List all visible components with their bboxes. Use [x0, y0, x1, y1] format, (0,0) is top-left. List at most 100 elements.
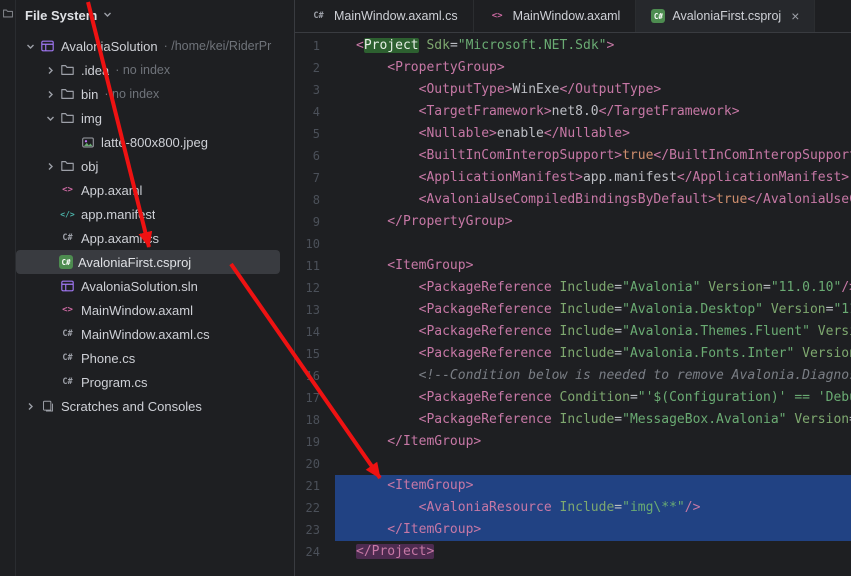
line-number: 15: [295, 343, 335, 365]
code-text: <ItemGroup>: [335, 475, 851, 497]
chevron-right-icon[interactable]: [42, 65, 59, 76]
chevron-right-icon[interactable]: [42, 161, 59, 172]
code-line-3[interactable]: 3 <OutputType>WinExe</OutputType>: [295, 79, 851, 101]
editor-tabs: C#MainWindow.axaml.cs<>MainWindow.axamlC…: [295, 0, 851, 33]
tree-item-latte-800x800-jpeg[interactable]: latte-800x800.jpeg: [16, 130, 280, 154]
code-text: <PackageReference Include="Avalonia.Them…: [335, 321, 851, 343]
tree-item-label: obj: [81, 159, 98, 174]
code-line-17[interactable]: 17 <PackageReference Condition="'$(Confi…: [295, 387, 851, 409]
chevron-right-icon[interactable]: [22, 401, 39, 412]
folder-file-icon: [59, 86, 76, 102]
code-line-6[interactable]: 6 <BuiltInComInteropSupport>true</BuiltI…: [295, 145, 851, 167]
code-line-13[interactable]: 13 <PackageReference Include="Avalonia.D…: [295, 299, 851, 321]
code-line-11[interactable]: 11 <ItemGroup>: [295, 255, 851, 277]
code-text: <PackageReference Condition="'$(Configur…: [335, 387, 851, 409]
code-line-9[interactable]: 9 </PropertyGroup>: [295, 211, 851, 233]
code-text: <AvaloniaResource Include="img\**"/>: [335, 497, 851, 519]
tree-item-label: Scratches and Consoles: [61, 399, 202, 414]
code-text: <TargetFramework>net8.0</TargetFramework…: [335, 101, 851, 123]
tree-item-suffix: · no index: [104, 87, 159, 101]
code-text: <PackageReference Include="Avalonia" Ver…: [335, 277, 851, 299]
tree-item-suffix: · /home/kei/RiderPr: [164, 39, 272, 53]
editor-area: C#MainWindow.axaml.cs<>MainWindow.axamlC…: [295, 0, 851, 576]
code-line-2[interactable]: 2 <PropertyGroup>: [295, 57, 851, 79]
chevron-down-icon[interactable]: [102, 8, 113, 23]
code-text: <ApplicationManifest>app.manifest</Appli…: [335, 167, 851, 189]
file-tree: AvaloniaSolution· /home/kei/RiderPr.idea…: [16, 30, 294, 576]
manifest-file-icon: </>: [59, 206, 76, 222]
code-line-8[interactable]: 8 <AvaloniaUseCompiledBindingsByDefault>…: [295, 189, 851, 211]
tree-item-avaloniafirst-csproj[interactable]: C# AvaloniaFirst.csproj: [16, 250, 280, 274]
tree-item-label: Phone.cs: [81, 351, 135, 366]
cs-file-icon: C#: [310, 8, 327, 24]
code-line-22[interactable]: 22 <AvaloniaResource Include="img\**"/>: [295, 497, 851, 519]
code-text: </Project>: [335, 541, 851, 563]
line-number: 19: [295, 431, 335, 453]
tree-item-scratches-and-consoles[interactable]: Scratches and Consoles: [16, 394, 280, 418]
code-line-10[interactable]: 10: [295, 233, 851, 255]
tree-item-app-axaml-cs[interactable]: C#App.axaml.cs: [16, 226, 280, 250]
csproj-file-icon: C#: [59, 255, 73, 269]
tab-mainwindow-axaml[interactable]: <>MainWindow.axaml: [474, 0, 637, 32]
code-line-21[interactable]: 21 <ItemGroup>: [295, 475, 851, 497]
tree-item-app-manifest[interactable]: </>app.manifest: [16, 202, 280, 226]
tab-avaloniafirst-csproj[interactable]: C#AvaloniaFirst.csproj×: [636, 0, 815, 32]
line-number: 7: [295, 167, 335, 189]
tree-item-phone-cs[interactable]: C#Phone.cs: [16, 346, 280, 370]
code-text: </PropertyGroup>: [335, 211, 851, 233]
code-line-7[interactable]: 7 <ApplicationManifest>app.manifest</App…: [295, 167, 851, 189]
code-line-24[interactable]: 24</Project>: [295, 541, 851, 563]
code-line-20[interactable]: 20: [295, 453, 851, 475]
tree-item-program-cs[interactable]: C#Program.cs: [16, 370, 280, 394]
close-tab-icon[interactable]: ×: [791, 9, 799, 23]
line-number: 8: [295, 189, 335, 211]
line-number: 10: [295, 233, 335, 255]
tool-window-header[interactable]: File System: [16, 0, 294, 30]
cs-file-icon: C#: [59, 230, 76, 246]
tree-item-idea[interactable]: .idea· no index: [16, 58, 280, 82]
tree-item-avaloniasolution-sln[interactable]: AvaloniaSolution.sln: [16, 274, 280, 298]
folder-toolwindow-icon[interactable]: [2, 6, 14, 576]
code-line-1[interactable]: 1<Project Sdk="Microsoft.NET.Sdk">: [295, 35, 851, 57]
line-number: 6: [295, 145, 335, 167]
tree-item-label: bin: [81, 87, 98, 102]
code-line-5[interactable]: 5 <Nullable>enable</Nullable>: [295, 123, 851, 145]
tab-mainwindow-axaml-cs[interactable]: C#MainWindow.axaml.cs: [295, 0, 474, 32]
editor-code[interactable]: 1<Project Sdk="Microsoft.NET.Sdk">2 <Pro…: [295, 33, 851, 576]
code-text: <BuiltInComInteropSupport>true</BuiltInC…: [335, 145, 851, 167]
tree-item-label: App.axaml: [81, 183, 142, 198]
code-text: </ItemGroup>: [335, 519, 851, 541]
tree-item-mainwindow-axaml-cs[interactable]: C#MainWindow.axaml.cs: [16, 322, 280, 346]
tree-item-avaloniasolution[interactable]: AvaloniaSolution· /home/kei/RiderPr: [16, 34, 280, 58]
code-line-15[interactable]: 15 <PackageReference Include="Avalonia.F…: [295, 343, 851, 365]
tree-item-label: MainWindow.axaml: [81, 303, 193, 318]
tree-item-app-axaml[interactable]: <>App.axaml: [16, 178, 280, 202]
code-line-23[interactable]: 23 </ItemGroup>: [295, 519, 851, 541]
tree-item-label: Program.cs: [81, 375, 147, 390]
line-number: 2: [295, 57, 335, 79]
code-text: [335, 453, 851, 475]
code-text: <AvaloniaUseCompiledBindingsByDefault>tr…: [335, 189, 851, 211]
chevron-down-icon[interactable]: [42, 113, 59, 124]
tree-item-label: AvaloniaFirst.csproj: [78, 255, 191, 270]
code-line-16[interactable]: 16 <!--Condition below is needed to remo…: [295, 365, 851, 387]
chevron-down-icon[interactable]: [22, 41, 39, 52]
chevron-right-icon[interactable]: [42, 89, 59, 100]
line-number: 18: [295, 409, 335, 431]
code-line-14[interactable]: 14 <PackageReference Include="Avalonia.T…: [295, 321, 851, 343]
sln-file-icon: [59, 278, 76, 294]
code-line-12[interactable]: 12 <PackageReference Include="Avalonia" …: [295, 277, 851, 299]
line-number: 14: [295, 321, 335, 343]
tree-item-obj[interactable]: obj: [16, 154, 280, 178]
line-number: 17: [295, 387, 335, 409]
tree-item-bin[interactable]: bin · no index: [16, 82, 280, 106]
tree-item-img[interactable]: img: [16, 106, 280, 130]
tree-item-mainwindow-axaml[interactable]: <>MainWindow.axaml: [16, 298, 280, 322]
code-line-19[interactable]: 19 </ItemGroup>: [295, 431, 851, 453]
code-line-4[interactable]: 4 <TargetFramework>net8.0</TargetFramewo…: [295, 101, 851, 123]
image-file-icon: [79, 134, 96, 150]
line-number: 4: [295, 101, 335, 123]
code-text: <PropertyGroup>: [335, 57, 851, 79]
code-text: <PackageReference Include="Avalonia.Font…: [335, 343, 851, 365]
code-line-18[interactable]: 18 <PackageReference Include="MessageBox…: [295, 409, 851, 431]
